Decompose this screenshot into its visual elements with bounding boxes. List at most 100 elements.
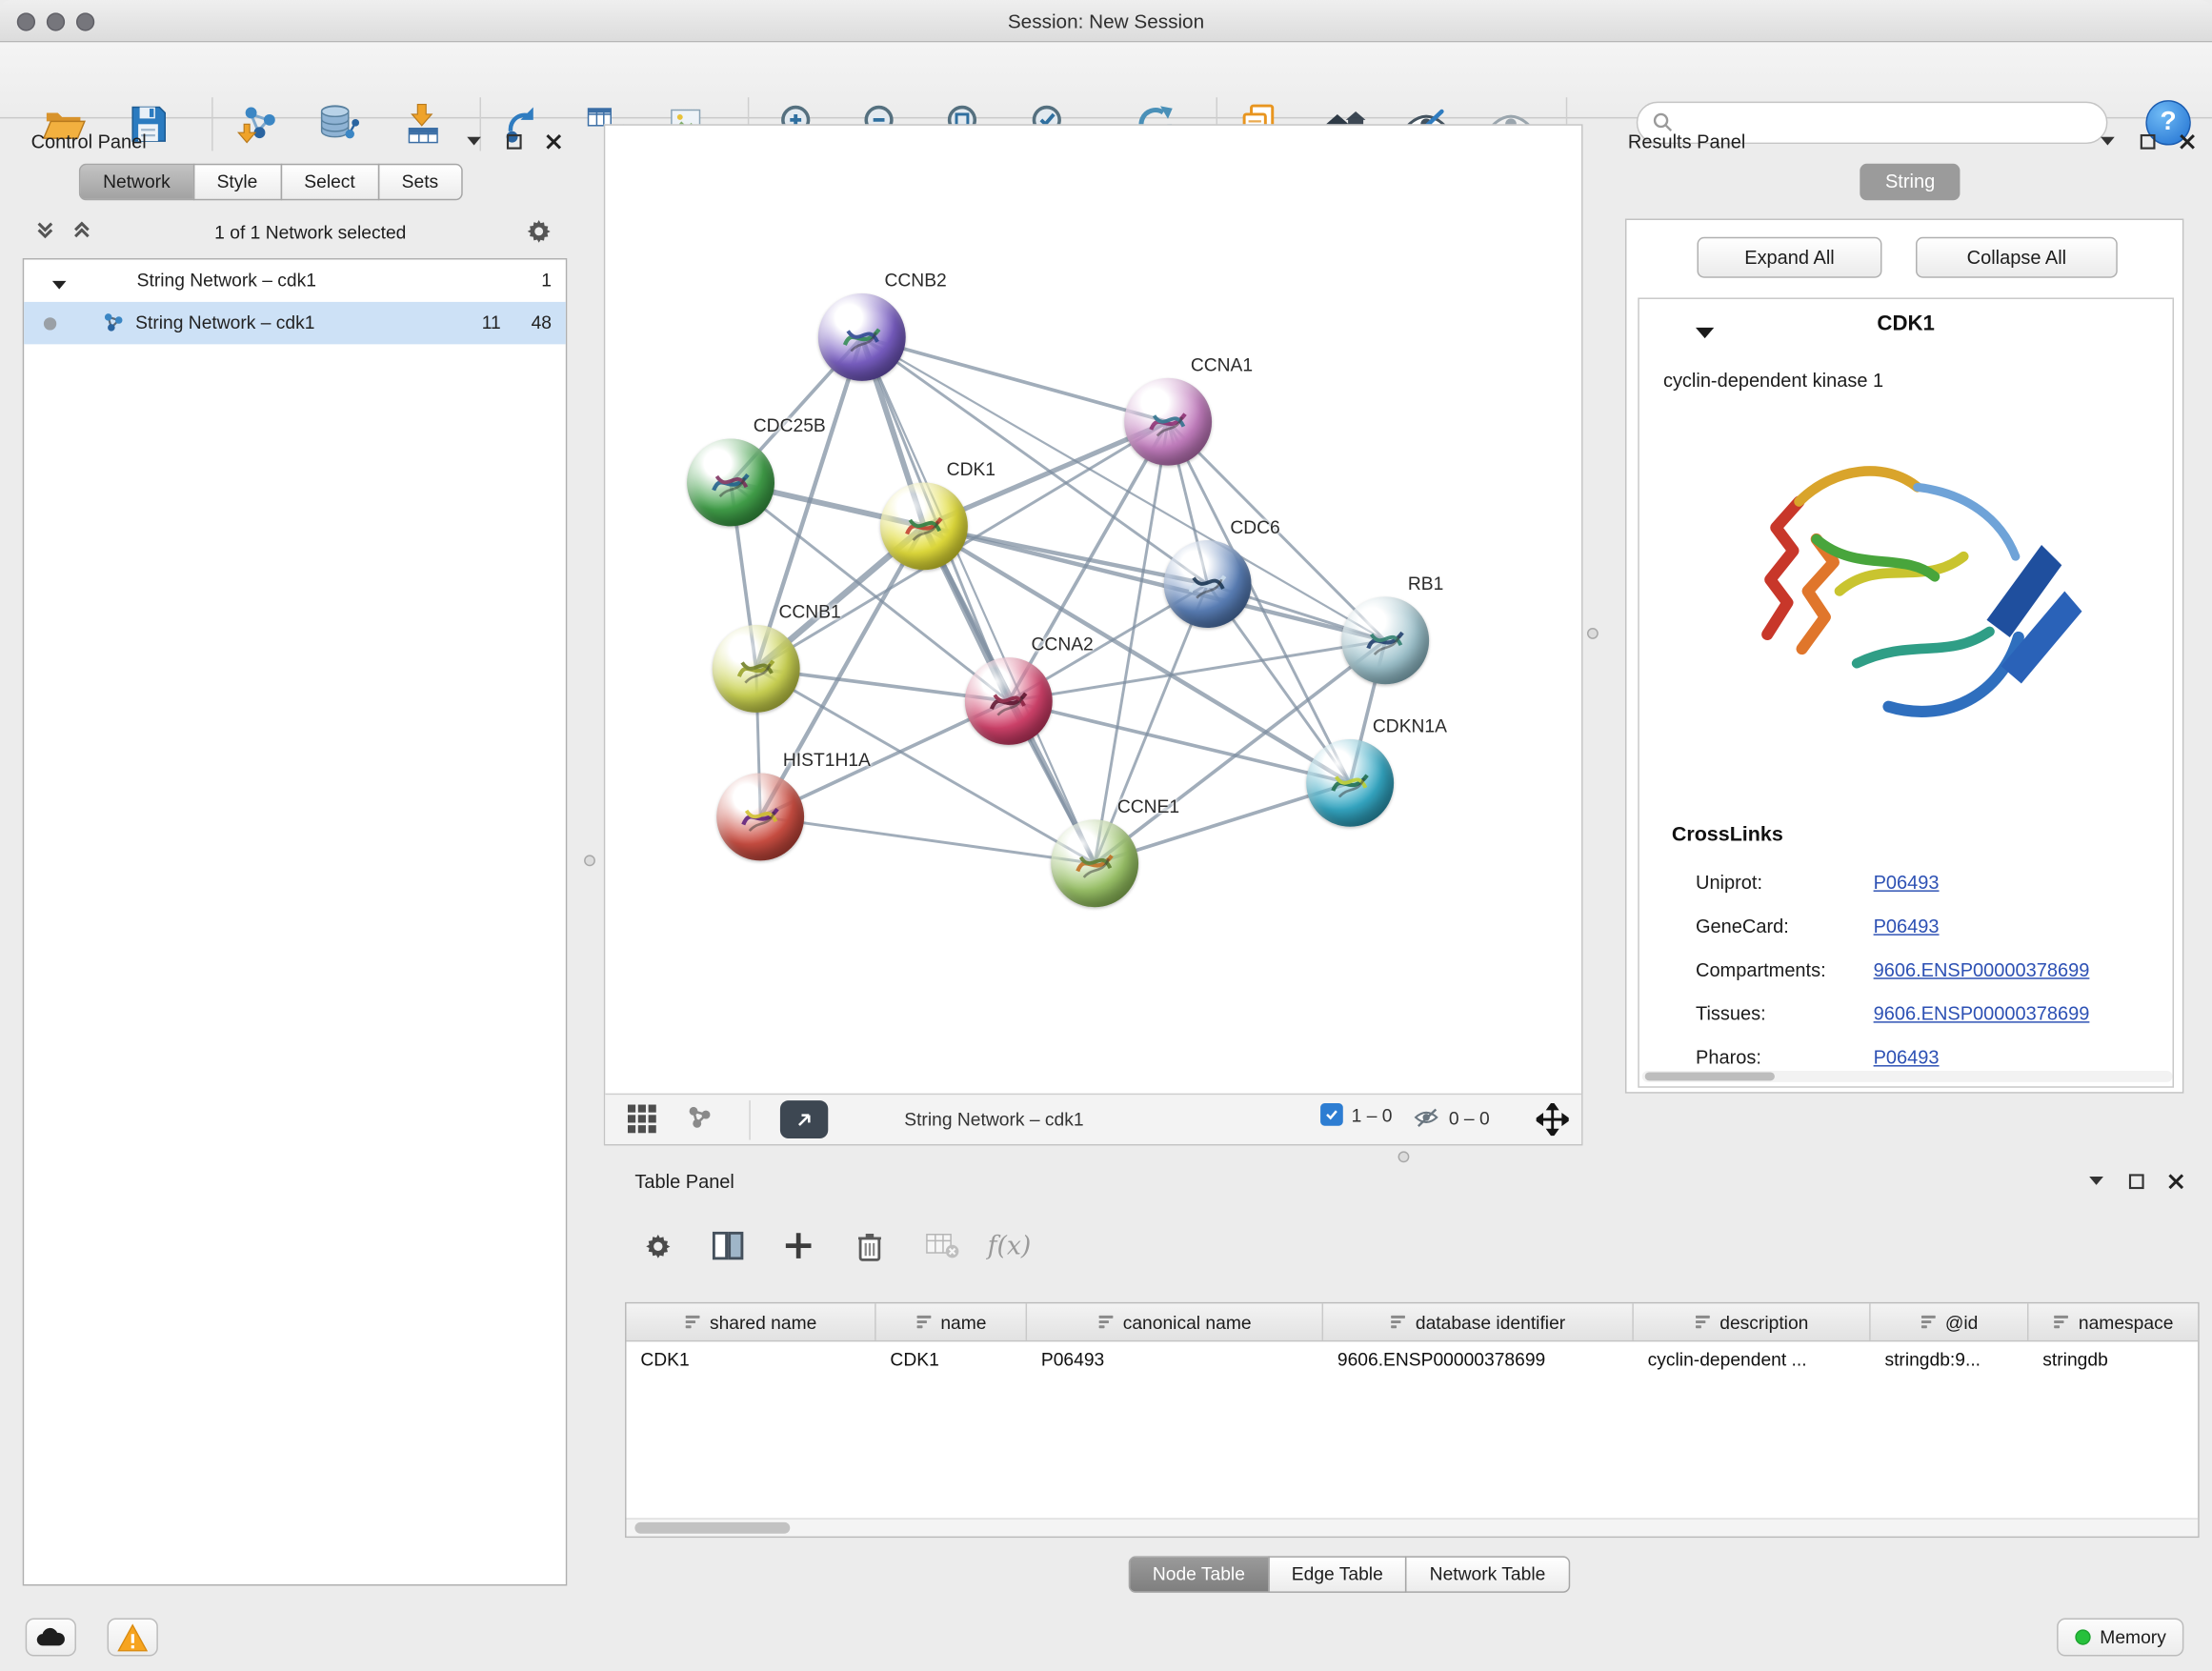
table-body: CDK1CDK1P064939606.ENSP00000378699cyclin… [627, 1341, 2199, 1379]
sort-icon [1390, 1314, 1407, 1331]
left-splitter-handle[interactable] [584, 855, 595, 866]
node-count: 11 [482, 312, 501, 332]
table-row[interactable]: CDK1CDK1P064939606.ENSP00000378699cyclin… [627, 1341, 2199, 1379]
main-toolbar: ? [0, 42, 2212, 118]
network-view-toolbar: String Network – cdk1 1 – 0 0 – 0 [605, 1094, 1581, 1144]
tab-select[interactable]: Select [280, 164, 379, 201]
collapse-all-icon[interactable] [34, 219, 60, 245]
network-node-cdkn1a[interactable] [1306, 739, 1394, 827]
network-row[interactable]: String Network – cdk1 11 48 [24, 302, 566, 344]
expand-all-icon[interactable] [70, 219, 96, 245]
network-node-ccna2[interactable] [965, 657, 1053, 745]
warnings-button[interactable] [108, 1619, 158, 1657]
tab-style[interactable]: Style [192, 164, 281, 201]
panel-close-icon[interactable] [542, 130, 565, 152]
expand-all-button[interactable]: Expand All [1697, 237, 1881, 278]
table-panel-title: Table Panel [634, 1170, 734, 1191]
delete-column-icon[interactable] [844, 1223, 895, 1268]
crosslink-value[interactable]: P06493 [1874, 1047, 1940, 1068]
network-collection-row[interactable]: String Network – cdk1 1 [24, 259, 566, 301]
network-node-ccnb1[interactable] [713, 625, 800, 713]
column-header-description[interactable]: description [1634, 1303, 1871, 1340]
tab-network-table[interactable]: Network Table [1405, 1556, 1569, 1593]
results-panel-title: Results Panel [1628, 131, 1745, 151]
gene-description: cyclin-dependent kinase 1 [1663, 370, 1883, 391]
panel-close-icon[interactable] [2164, 1170, 2187, 1193]
network-view-title: String Network – cdk1 [904, 1109, 1083, 1130]
network-node-hist1h1a[interactable] [716, 774, 804, 861]
string-results-box: Expand All Collapse All CDK1 cyclin-depe… [1625, 219, 2183, 1094]
memory-button[interactable]: Memory [2057, 1619, 2183, 1657]
network-node-label: CDK1 [947, 458, 995, 479]
right-splitter-handle[interactable] [1587, 628, 1599, 639]
column-header--id[interactable]: @id [1871, 1303, 2029, 1340]
network-node-label: CDC25B [754, 414, 826, 435]
table-options-gear-icon[interactable] [632, 1223, 682, 1268]
crosslinks-title: CrossLinks [1672, 824, 1783, 847]
network-node-rb1[interactable] [1341, 596, 1429, 684]
pan-mode-icon[interactable] [1537, 1103, 1569, 1136]
network-node-ccne1[interactable] [1051, 819, 1138, 907]
column-header-namespace[interactable]: namespace [2028, 1303, 2199, 1340]
grid-view-icon[interactable] [627, 1103, 658, 1135]
tab-edge-table[interactable]: Edge Table [1268, 1556, 1407, 1593]
table-cell: P06493 [1027, 1341, 1323, 1379]
table-horizontal-scrollbar[interactable] [627, 1518, 2199, 1536]
control-panel-title: Control Panel [31, 131, 147, 151]
minimize-window-button[interactable] [47, 12, 65, 30]
show-columns-icon[interactable] [702, 1223, 753, 1268]
crosslink-value[interactable]: P06493 [1874, 872, 1940, 893]
tab-node-table[interactable]: Node Table [1129, 1556, 1269, 1593]
table-header-row: shared namenamecanonical namedatabase id… [627, 1303, 2199, 1341]
detach-view-button[interactable] [780, 1100, 828, 1138]
tab-sets[interactable]: Sets [377, 164, 462, 201]
panel-float-icon[interactable] [2136, 130, 2159, 152]
panel-close-icon[interactable] [2175, 130, 2198, 152]
table-cell: CDK1 [876, 1341, 1027, 1379]
panel-menu-icon[interactable] [2085, 1170, 2108, 1193]
clear-table-icon[interactable] [917, 1223, 968, 1268]
network-node-label: CCNB1 [778, 601, 840, 622]
network-node-cdc25b[interactable] [687, 439, 774, 527]
crosslink-value[interactable]: P06493 [1874, 916, 1940, 936]
network-node-cdk1[interactable] [880, 482, 968, 570]
close-window-button[interactable] [17, 12, 35, 30]
column-header-canonical-name[interactable]: canonical name [1027, 1303, 1323, 1340]
table-cell: CDK1 [627, 1341, 876, 1379]
node-layer: CCNB2CCNA1CDC25BCDK1CDC6RB1CCNB1CCNA2CDK… [605, 126, 1584, 1095]
column-header-name[interactable]: name [876, 1303, 1027, 1340]
tab-network[interactable]: Network [79, 164, 194, 201]
table-cell: stringdb [2028, 1341, 2199, 1379]
network-node-label: CCNB2 [885, 270, 947, 291]
column-header-shared-name[interactable]: shared name [627, 1303, 876, 1340]
horizontal-splitter-handle[interactable] [1398, 1151, 1410, 1162]
table-cell: stringdb:9... [1871, 1341, 2029, 1379]
cloud-status-button[interactable] [26, 1619, 76, 1657]
network-node-cdc6[interactable] [1164, 540, 1252, 628]
results-horizontal-scrollbar[interactable] [1642, 1071, 2173, 1082]
network-node-ccna1[interactable] [1124, 378, 1212, 466]
tab-string[interactable]: String [1860, 164, 1961, 201]
crosslinks-list: Uniprot:P06493GeneCard:P06493Compartment… [1639, 860, 2173, 1079]
panel-float-icon[interactable] [2124, 1170, 2147, 1193]
panel-float-icon[interactable] [502, 130, 525, 152]
node-table: shared namenamecanonical namedatabase id… [625, 1302, 2200, 1538]
network-view[interactable]: CCNB2CCNA1CDC25BCDK1CDC6RB1CCNB1CCNA2CDK… [604, 124, 1583, 1145]
collapse-all-button[interactable]: Collapse All [1916, 237, 2118, 278]
function-builder-icon[interactable]: f(x) [988, 1231, 1032, 1260]
column-header-database-identifier[interactable]: database identifier [1323, 1303, 1634, 1340]
add-column-icon[interactable] [774, 1223, 824, 1268]
tree-expander-icon[interactable] [52, 272, 67, 293]
network-glyph-icon[interactable] [686, 1103, 714, 1132]
panel-menu-icon[interactable] [463, 130, 486, 152]
gene-section: CDK1 cyclin-dependent kinase 1 [1638, 297, 2174, 1087]
panel-menu-icon[interactable] [2097, 130, 2120, 152]
title-bar: Session: New Session [0, 0, 2212, 42]
network-node-ccnb2[interactable] [818, 293, 906, 381]
network-options-gear-icon[interactable] [525, 217, 553, 246]
crosslink-value[interactable]: 9606.ENSP00000378699 [1874, 959, 2090, 980]
network-node-label: CCNA1 [1191, 354, 1253, 375]
crosslink-value[interactable]: 9606.ENSP00000378699 [1874, 1003, 2090, 1024]
window-controls [17, 12, 94, 30]
maximize-window-button[interactable] [76, 12, 94, 30]
